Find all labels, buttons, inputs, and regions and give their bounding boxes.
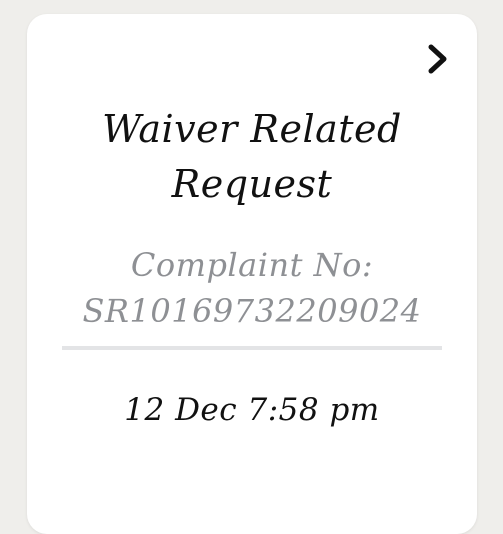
request-title-line-1: Waiver Related <box>102 107 402 151</box>
divider <box>62 346 442 350</box>
request-card[interactable]: Waiver Related Request Complaint No: SR1… <box>27 14 477 534</box>
chevron-right-icon[interactable] <box>425 42 451 76</box>
complaint-label: Complaint No: <box>130 246 374 284</box>
complaint-number: SR10169732209024 <box>82 292 422 330</box>
request-datetime: 12 Dec 7:58 pm <box>124 392 380 428</box>
request-title-line-2: Request <box>171 162 333 206</box>
request-title: Waiver Related Request <box>27 102 477 212</box>
complaint-info: Complaint No: SR10169732209024 <box>27 242 477 334</box>
